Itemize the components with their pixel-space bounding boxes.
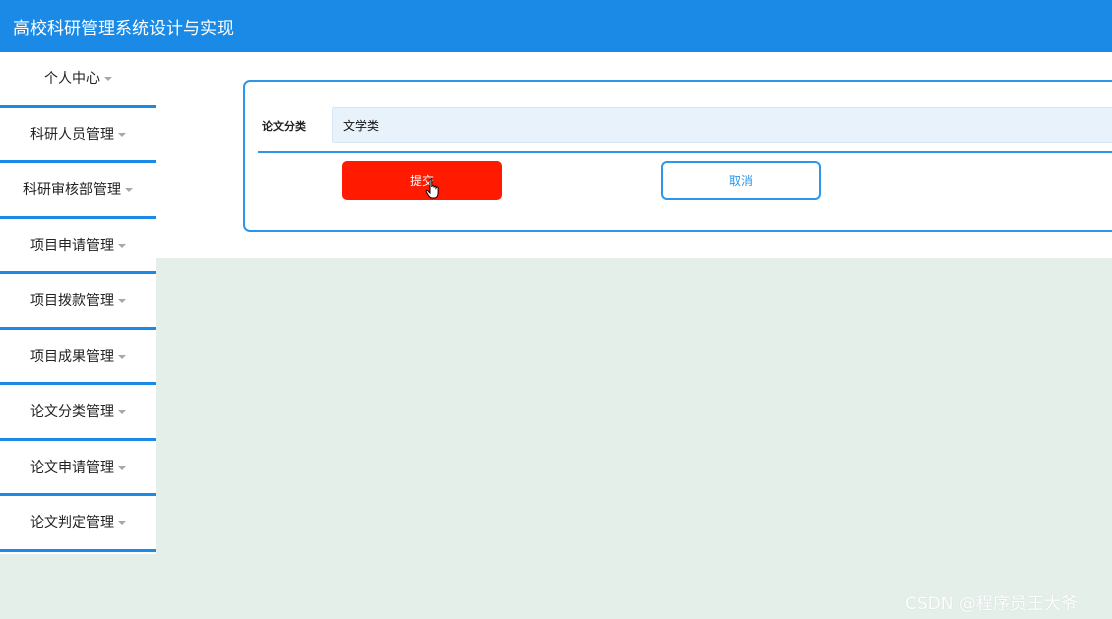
caret-down-icon	[118, 243, 126, 248]
caret-down-icon	[118, 521, 126, 526]
sidebar-item-label: 论文分类管理	[30, 404, 114, 421]
submit-button[interactable]: 提交	[342, 161, 502, 200]
caret-down-icon	[118, 465, 126, 470]
sidebar-item-label: 项目成果管理	[30, 348, 114, 365]
sidebar-item-project-results-management[interactable]: 项目成果管理	[0, 329, 156, 385]
csdn-watermark: CSDN @程序员王大爷	[905, 594, 1078, 614]
caret-down-icon	[125, 188, 133, 193]
cancel-button[interactable]: 取消	[661, 161, 821, 200]
top-header: 高校科研管理系统设计与实现	[0, 0, 1112, 52]
sidebar-menu: 个人中心 科研人员管理 科研审核部管理 项目申请管理 项目拨款管理 项目成果管理…	[0, 52, 156, 554]
sidebar-item-personal-center[interactable]: 个人中心	[0, 52, 156, 108]
sidebar-item-label: 个人中心	[44, 71, 100, 88]
sidebar-item-label: 论文申请管理	[30, 459, 114, 476]
caret-down-icon	[104, 77, 112, 82]
category-input[interactable]	[332, 107, 1112, 143]
caret-down-icon	[118, 354, 126, 359]
category-form-card	[243, 80, 1112, 232]
sidebar-item-label: 科研人员管理	[30, 126, 114, 143]
sidebar-item-review-department-management[interactable]: 科研审核部管理	[0, 163, 156, 219]
sidebar-item-label: 项目拨款管理	[30, 293, 114, 310]
sidebar-item-label: 科研审核部管理	[23, 182, 121, 199]
sidebar-item-paper-category-management[interactable]: 论文分类管理	[0, 385, 156, 441]
sidebar-item-label: 论文判定管理	[30, 515, 114, 532]
sidebar-item-label: 项目申请管理	[30, 237, 114, 254]
sidebar-item-paper-judgment-management[interactable]: 论文判定管理	[0, 496, 156, 552]
form-divider	[258, 151, 1112, 153]
sidebar-item-paper-application-management[interactable]: 论文申请管理	[0, 440, 156, 496]
caret-down-icon	[118, 132, 126, 137]
sidebar-item-project-application-management[interactable]: 项目申请管理	[0, 218, 156, 274]
caret-down-icon	[118, 299, 126, 304]
category-field-label: 论文分类	[262, 120, 306, 133]
sidebar-item-researcher-management[interactable]: 科研人员管理	[0, 107, 156, 163]
app-title: 高校科研管理系统设计与实现	[13, 19, 234, 39]
hand-pointer-cursor-icon	[425, 178, 439, 199]
caret-down-icon	[118, 410, 126, 415]
sidebar-item-project-funding-management[interactable]: 项目拨款管理	[0, 274, 156, 330]
